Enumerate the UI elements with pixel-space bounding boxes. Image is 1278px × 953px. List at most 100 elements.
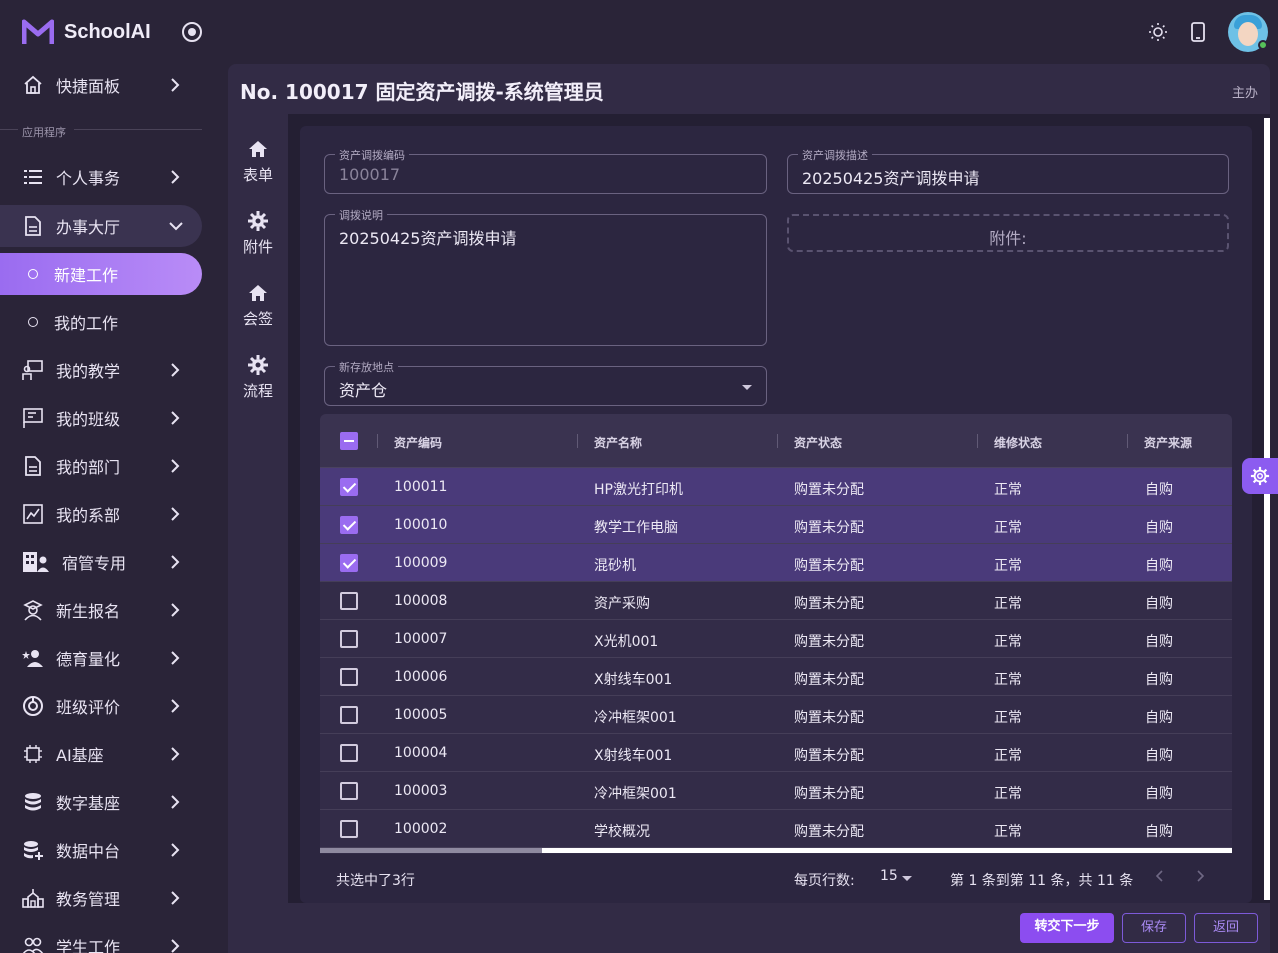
back-button[interactable]: 返回 xyxy=(1194,913,1258,943)
sidebar: 快捷面板 应用程序 个人事务 办事大厅 新建工作 我的工作 我的教学 我的班级 … xyxy=(0,60,214,953)
row-checkbox[interactable] xyxy=(340,630,358,648)
row-checkbox[interactable] xyxy=(340,782,358,800)
chevron-right-icon xyxy=(171,747,180,761)
prev-page-icon[interactable] xyxy=(1152,868,1168,884)
table-row[interactable]: 100008 资产采购 购置未分配 正常 自购 xyxy=(320,582,1232,620)
chevron-right-icon xyxy=(171,795,180,809)
horizontal-scrollbar[interactable] xyxy=(320,848,1232,853)
table-row[interactable]: 100010 教学工作电脑 购置未分配 正常 自购 xyxy=(320,506,1232,544)
table-cell: 100009 xyxy=(394,555,448,571)
column-header[interactable]: 维修状态 xyxy=(994,434,1042,451)
tab-process[interactable]: 流程 xyxy=(238,350,278,410)
next-page-icon[interactable] xyxy=(1192,868,1208,884)
rows-per-page-select[interactable]: 15 xyxy=(880,868,898,884)
table-cell: 100011 xyxy=(394,479,448,495)
transfer-note-textarea[interactable]: 调拨说明 20250425资产调拨申请 xyxy=(324,207,767,346)
field-value: 资产仓 xyxy=(339,381,388,400)
new-location-select[interactable]: 新存放地点 资产仓 xyxy=(324,359,767,406)
table-cell: 自购 xyxy=(1145,748,1173,764)
asset-transfer-code-field[interactable]: 资产调拨编码 100017 xyxy=(324,147,767,194)
table-row[interactable]: 100009 混砂机 购置未分配 正常 自购 xyxy=(320,544,1232,582)
submit-next-button[interactable]: 转交下一步 xyxy=(1020,913,1114,943)
row-checkbox[interactable] xyxy=(340,668,358,686)
sidebar-item-student-work[interactable]: 学生工作 xyxy=(0,925,202,953)
tab-attachment[interactable]: 附件 xyxy=(238,206,278,266)
table-row[interactable]: 100011 HP激光打印机 购置未分配 正常 自购 xyxy=(320,468,1232,506)
theme-toggle-icon[interactable] xyxy=(1148,22,1168,42)
table-cell: 正常 xyxy=(994,482,1022,498)
table-row[interactable]: 100003 冷冲框架001 购置未分配 正常 自购 xyxy=(320,772,1232,810)
table-cell: 自购 xyxy=(1145,710,1173,726)
row-checkbox[interactable] xyxy=(340,820,358,838)
table-cell: 购置未分配 xyxy=(794,672,864,688)
sidebar-item-label: 我的系部 xyxy=(56,506,121,525)
column-header[interactable]: 资产名称 xyxy=(594,434,642,451)
sidebar-item-dorm[interactable]: 宿管专用 xyxy=(0,541,202,583)
mobile-icon[interactable] xyxy=(1188,22,1208,42)
sidebar-item-label: 我的部门 xyxy=(56,458,121,477)
row-checkbox[interactable] xyxy=(340,554,358,572)
row-checkbox[interactable] xyxy=(340,744,358,762)
column-header[interactable]: 资产来源 xyxy=(1144,434,1192,451)
table-cell: 正常 xyxy=(994,558,1022,574)
sidebar-item-data-platform[interactable]: 数据中台 xyxy=(0,829,202,871)
table-row[interactable]: 100005 冷冲框架001 购置未分配 正常 自购 xyxy=(320,696,1232,734)
sidebar-toggle-icon[interactable] xyxy=(182,22,202,42)
chevron-down-icon[interactable] xyxy=(902,876,912,881)
field-value: 20250425资产调拨申请 xyxy=(339,229,517,248)
settings-fab[interactable] xyxy=(1242,458,1278,494)
table-cell: 正常 xyxy=(994,634,1022,650)
chevron-down-icon xyxy=(169,222,183,231)
top-bar: SchoolAI xyxy=(0,0,1278,64)
sidebar-item-quick-panel[interactable]: 快捷面板 xyxy=(0,64,202,106)
table-row[interactable]: 100002 学校概况 购置未分配 正常 自购 xyxy=(320,810,1232,848)
sidebar-item-my-work[interactable]: 我的工作 xyxy=(0,301,202,343)
page-title: No. 100017 固定资产调拨-系统管理员 xyxy=(240,80,604,104)
table-cell: 冷冲框架001 xyxy=(594,710,677,726)
tab-countersign[interactable]: 会签 xyxy=(238,278,278,338)
table-row[interactable]: 100007 X光机001 购置未分配 正常 自购 xyxy=(320,620,1232,658)
sidebar-item-my-class[interactable]: 我的班级 xyxy=(0,397,202,439)
teacher-icon xyxy=(22,359,44,381)
chevron-right-icon xyxy=(171,78,180,92)
sidebar-item-academic-affairs[interactable]: 教务管理 xyxy=(0,877,202,919)
chevron-right-icon xyxy=(171,603,180,617)
sidebar-item-ai-base[interactable]: AI基座 xyxy=(0,733,202,775)
table-row[interactable]: 100004 X射线车001 购置未分配 正常 自购 xyxy=(320,734,1232,772)
table-cell: 自购 xyxy=(1145,482,1173,498)
sidebar-item-service-hall[interactable]: 办事大厅 xyxy=(0,205,202,247)
sidebar-item-new-work[interactable]: 新建工作 xyxy=(0,253,202,295)
save-button[interactable]: 保存 xyxy=(1122,913,1186,943)
page-scrollbar[interactable] xyxy=(1264,118,1270,900)
scrollbar-thumb[interactable] xyxy=(320,848,542,853)
sidebar-item-enrollment[interactable]: 新生报名 xyxy=(0,589,202,631)
sidebar-item-personal[interactable]: 个人事务 xyxy=(0,156,202,198)
chevron-right-icon xyxy=(171,651,180,665)
table-cell: 正常 xyxy=(994,786,1022,802)
table-cell: X射线车001 xyxy=(594,672,673,688)
attachment-dropzone[interactable]: 附件: xyxy=(787,214,1229,252)
brand[interactable]: SchoolAI xyxy=(22,18,151,46)
sidebar-item-my-department[interactable]: 我的部门 xyxy=(0,445,202,487)
sidebar-item-class-evaluation[interactable]: 班级评价 xyxy=(0,685,202,727)
sidebar-item-moral-education[interactable]: 德育量化 xyxy=(0,637,202,679)
table-cell: 自购 xyxy=(1145,634,1173,650)
column-header[interactable]: 资产编码 xyxy=(394,434,442,451)
tab-form[interactable]: 表单 xyxy=(238,134,278,194)
table-cell: X射线车001 xyxy=(594,748,673,764)
sidebar-item-my-faculty[interactable]: 我的系部 xyxy=(0,493,202,535)
column-header[interactable]: 资产状态 xyxy=(794,434,842,451)
sidebar-item-my-teaching[interactable]: 我的教学 xyxy=(0,349,202,391)
row-checkbox[interactable] xyxy=(340,706,358,724)
sidebar-item-digital-base[interactable]: 数字基座 xyxy=(0,781,202,823)
sidebar-item-label: 新生报名 xyxy=(56,602,121,621)
select-all-checkbox[interactable] xyxy=(340,432,358,450)
row-checkbox[interactable] xyxy=(340,478,358,496)
row-checkbox[interactable] xyxy=(340,592,358,610)
tab-label: 流程 xyxy=(242,382,273,400)
table-row[interactable]: 100006 X射线车001 购置未分配 正常 自购 xyxy=(320,658,1232,696)
gear-icon xyxy=(248,211,268,231)
row-checkbox[interactable] xyxy=(340,516,358,534)
section-divider xyxy=(0,129,18,130)
asset-transfer-desc-field[interactable]: 资产调拨描述 20250425资产调拨申请 xyxy=(787,147,1229,194)
